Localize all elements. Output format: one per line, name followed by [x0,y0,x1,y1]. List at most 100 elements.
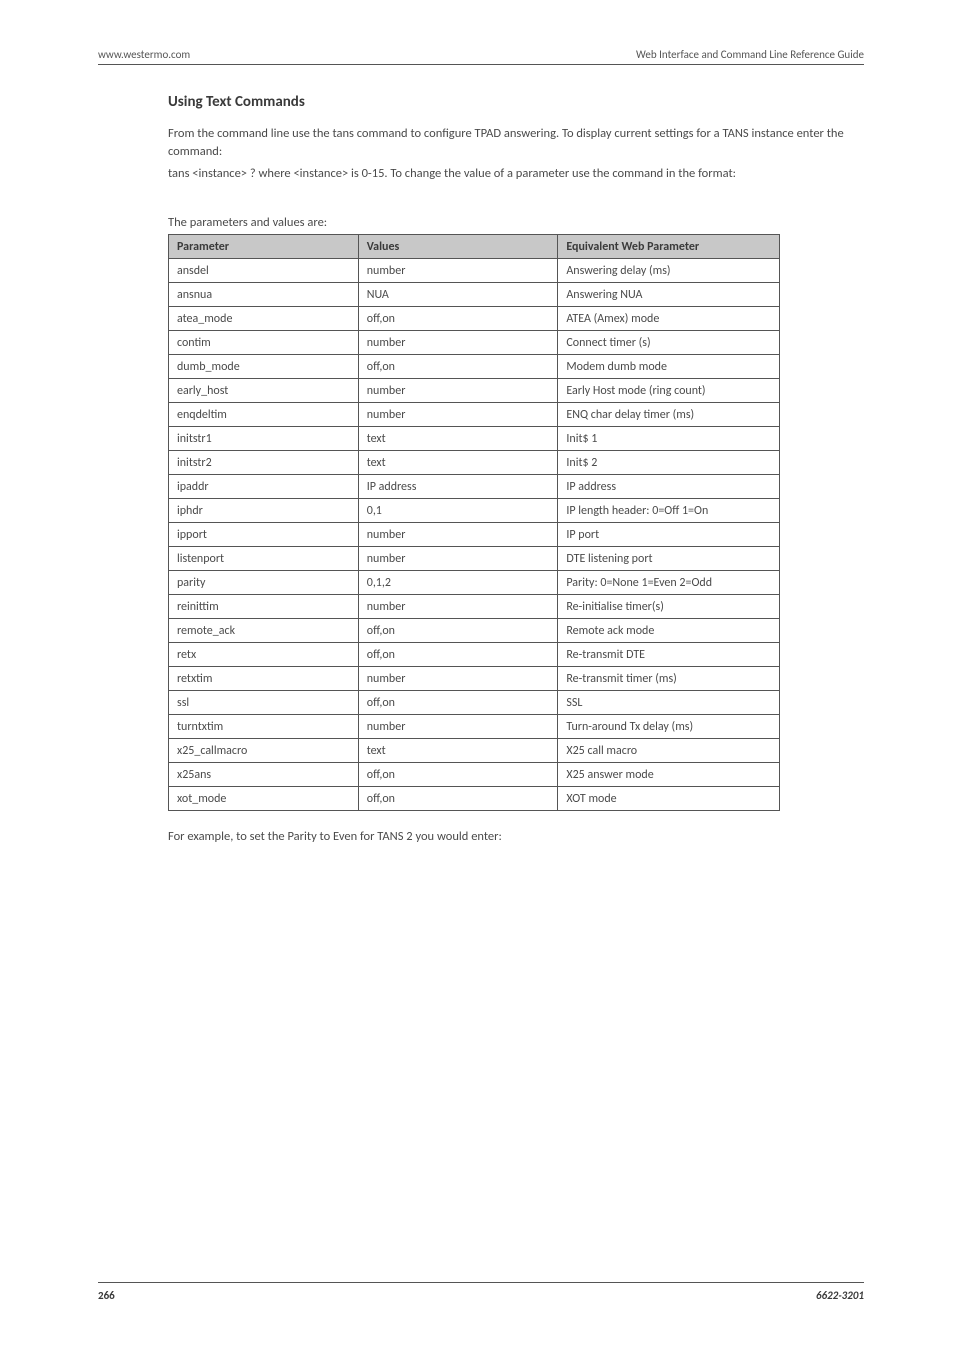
table-cell: 0,1 [358,499,558,523]
table-cell: x25ans [169,763,359,787]
table-cell: Remote ack mode [558,619,780,643]
table-row: x25_callmacrotextX25 call macro [169,739,780,763]
table-cell: number [358,547,558,571]
table-row: xot_modeoff,onXOT mode [169,787,780,811]
table-cell: off,on [358,307,558,331]
table-row: remote_ackoff,onRemote ack mode [169,619,780,643]
table-cell: off,on [358,643,558,667]
table-cell: Re-initialise timer(s) [558,595,780,619]
table-cell: xot_mode [169,787,359,811]
table-row: initstr2textInit$ 2 [169,451,780,475]
table-cell: turntxtim [169,715,359,739]
table-cell: text [358,451,558,475]
table-cell: reinittim [169,595,359,619]
table-cell: retx [169,643,359,667]
intro-paragraph: From the command line use the tans comma… [168,125,864,161]
table-cell: Init$ 2 [558,451,780,475]
table-cell: number [358,715,558,739]
header-left: www.westermo.com [98,48,190,61]
table-cell: enqdeltim [169,403,359,427]
table-cell: X25 answer mode [558,763,780,787]
table-row: x25ansoff,onX25 answer mode [169,763,780,787]
table-cell: NUA [358,283,558,307]
table-row: iphdr0,1IP length header: 0=Off 1=On [169,499,780,523]
table-cell: off,on [358,355,558,379]
table-cell: number [358,595,558,619]
table-row: ssloff,onSSL [169,691,780,715]
table-cell: dumb_mode [169,355,359,379]
table-cell: ansdel [169,259,359,283]
table-cell: Connect timer (s) [558,331,780,355]
table-cell: Init$ 1 [558,427,780,451]
table-cell: SSL [558,691,780,715]
col-header-equivalent: Equivalent Web Parameter [558,235,780,259]
table-cell: text [358,739,558,763]
table-cell: IP address [558,475,780,499]
running-header: www.westermo.com Web Interface and Comma… [98,48,864,65]
table-row: retxtimnumberRe-transmit timer (ms) [169,667,780,691]
table-cell: off,on [358,763,558,787]
table-cell: off,on [358,691,558,715]
table-cell: x25_callmacro [169,739,359,763]
table-cell: ENQ char delay timer (ms) [558,403,780,427]
page-footer: 266 6622-3201 [98,1282,864,1302]
table-row: contimnumberConnect timer (s) [169,331,780,355]
table-row: enqdeltimnumberENQ char delay timer (ms) [169,403,780,427]
table-row: early_hostnumberEarly Host mode (ring co… [169,379,780,403]
post-table-text: For example, to set the Parity to Even f… [168,829,864,844]
table-cell: XOT mode [558,787,780,811]
intro-command: tans <instance> ? where <instance> is 0-… [168,165,864,183]
table-row: retxoff,onRe-transmit DTE [169,643,780,667]
table-row: dumb_modeoff,onModem dumb mode [169,355,780,379]
table-cell: IP address [358,475,558,499]
doc-id: 6622-3201 [816,1289,864,1302]
table-cell: ipport [169,523,359,547]
table-header-row: Parameter Values Equivalent Web Paramete… [169,235,780,259]
table-cell: number [358,667,558,691]
table-cell: number [358,379,558,403]
table-cell: retxtim [169,667,359,691]
table-cell: number [358,403,558,427]
table-cell: 0,1,2 [358,571,558,595]
table-cell: ATEA (Amex) mode [558,307,780,331]
table-row: ipportnumberIP port [169,523,780,547]
table-cell: ipaddr [169,475,359,499]
table-cell: Answering NUA [558,283,780,307]
table-cell: parity [169,571,359,595]
table-row: listenportnumberDTE listening port [169,547,780,571]
table-cell: DTE listening port [558,547,780,571]
table-row: atea_modeoff,onATEA (Amex) mode [169,307,780,331]
table-cell: off,on [358,787,558,811]
table-cell: ansnua [169,283,359,307]
table-cell: Re-transmit timer (ms) [558,667,780,691]
table-cell: number [358,331,558,355]
table-cell: listenport [169,547,359,571]
page-number: 266 [98,1289,115,1302]
table-cell: Re-transmit DTE [558,643,780,667]
table-cell: Turn-around Tx delay (ms) [558,715,780,739]
header-right: Web Interface and Command Line Reference… [636,48,864,61]
table-cell: IP length header: 0=Off 1=On [558,499,780,523]
parameters-table: Parameter Values Equivalent Web Paramete… [168,234,780,811]
table-row: ipaddrIP addressIP address [169,475,780,499]
table-row: ansnuaNUAAnswering NUA [169,283,780,307]
col-header-values: Values [358,235,558,259]
table-cell: Answering delay (ms) [558,259,780,283]
section-title: Using Text Commands [168,93,864,111]
table-caption: The parameters and values are: [168,215,864,230]
table-cell: atea_mode [169,307,359,331]
table-cell: initstr1 [169,427,359,451]
table-row: parity0,1,2Parity: 0=None 1=Even 2=Odd [169,571,780,595]
table-row: initstr1textInit$ 1 [169,427,780,451]
table-cell: text [358,427,558,451]
table-row: ansdelnumberAnswering delay (ms) [169,259,780,283]
table-cell: Parity: 0=None 1=Even 2=Odd [558,571,780,595]
table-cell: early_host [169,379,359,403]
table-cell: Early Host mode (ring count) [558,379,780,403]
table-cell: initstr2 [169,451,359,475]
table-cell: contim [169,331,359,355]
table-cell: remote_ack [169,619,359,643]
table-row: reinittimnumberRe-initialise timer(s) [169,595,780,619]
table-cell: number [358,523,558,547]
table-cell: iphdr [169,499,359,523]
